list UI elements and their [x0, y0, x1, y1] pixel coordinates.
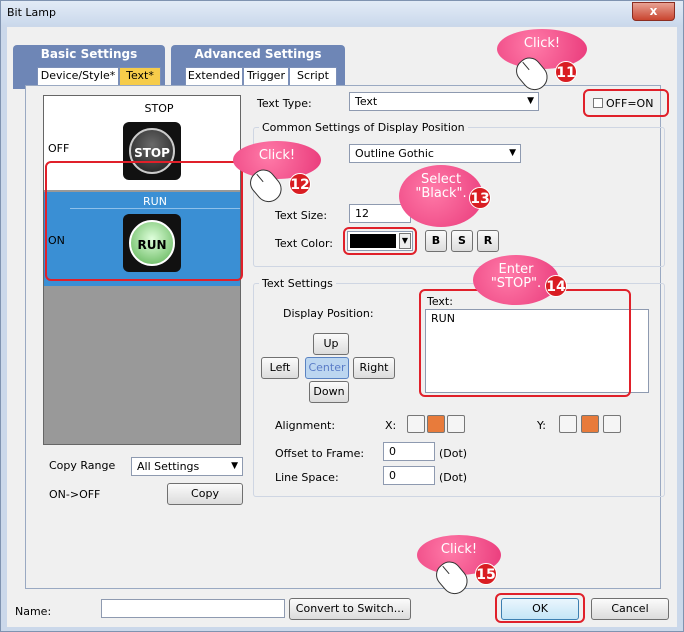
alignment-y-label: Y: — [537, 419, 546, 432]
off-state-label: OFF — [48, 142, 70, 155]
step-11-badge: 11 — [555, 61, 577, 83]
position-right-button[interactable]: Right — [353, 357, 395, 379]
tab-extended[interactable]: Extended — [185, 67, 243, 85]
copy-direction-label: ON->OFF — [49, 488, 101, 501]
text-color-label: Text Color: — [275, 237, 333, 250]
position-up-button[interactable]: Up — [313, 333, 349, 355]
align-y-bottom-icon[interactable] — [603, 415, 621, 433]
position-center-button[interactable]: Center — [305, 357, 349, 379]
bit-lamp-dialog: Bit Lamp x Basic Settings Advanced Setti… — [0, 0, 684, 632]
step-14-badge: 14 — [545, 275, 567, 297]
offset-unit: (Dot) — [439, 447, 468, 460]
cancel-button[interactable]: Cancel — [591, 598, 669, 620]
line-space-unit: (Dot) — [439, 471, 468, 484]
text-type-label: Text Type: — [257, 97, 312, 110]
alignment-x-label: X: — [385, 419, 397, 432]
tab-device-style[interactable]: Device/Style* — [37, 67, 119, 85]
off-text: STOP — [144, 102, 174, 115]
dialog-body: Basic Settings Advanced Settings Device/… — [7, 27, 677, 627]
name-label: Name: — [15, 605, 52, 618]
step-12-badge: 12 — [289, 173, 311, 195]
copy-range-label: Copy Range — [49, 459, 116, 472]
bold-button[interactable]: B — [425, 230, 447, 252]
align-x-center-icon[interactable] — [427, 415, 445, 433]
offset-label: Offset to Frame: — [275, 447, 365, 460]
highlight-text-input — [419, 289, 631, 397]
chevron-down-icon: ▼ — [527, 96, 534, 106]
text-settings-title: Text Settings — [259, 277, 336, 290]
tab-advanced-label: Advanced Settings — [194, 47, 322, 61]
callout-12: Click! — [233, 141, 321, 179]
font-select[interactable]: Outline Gothic ▼ — [349, 144, 521, 163]
text-type-select[interactable]: Text ▼ — [349, 92, 539, 111]
text-type-value: Text — [355, 95, 378, 108]
display-position-label: Display Position: — [283, 307, 374, 320]
alignment-label: Alignment: — [275, 419, 336, 432]
copy-range-select[interactable]: All Settings ▼ — [131, 457, 243, 476]
line-space-label: Line Space: — [275, 471, 339, 484]
line-space-input[interactable]: 0 — [383, 466, 435, 485]
font-value: Outline Gothic — [355, 147, 434, 160]
chevron-down-icon: ▼ — [509, 148, 516, 158]
step-13-badge: 13 — [469, 187, 491, 209]
copy-range-value: All Settings — [137, 460, 200, 473]
highlight-off-on — [583, 89, 669, 117]
text-size-label: Text Size: — [275, 209, 328, 222]
position-down-button[interactable]: Down — [309, 381, 349, 403]
offset-input[interactable]: 0 — [383, 442, 435, 461]
align-y-top-icon[interactable] — [559, 415, 577, 433]
convert-to-switch-button[interactable]: Convert to Switch... — [289, 598, 411, 620]
tab-trigger[interactable]: Trigger — [243, 67, 289, 85]
tab-script[interactable]: Script — [289, 67, 337, 85]
tab-basic-label: Basic Settings — [40, 47, 138, 61]
highlight-ok — [495, 593, 585, 623]
align-x-left-icon[interactable] — [407, 415, 425, 433]
step-15-badge: 15 — [475, 563, 497, 585]
shadow-button[interactable]: S — [451, 230, 473, 252]
raised-button[interactable]: R — [477, 230, 499, 252]
chevron-down-icon: ▼ — [231, 461, 238, 471]
close-button[interactable]: x — [632, 2, 675, 21]
title-bar: Bit Lamp x — [1, 1, 683, 25]
copy-button[interactable]: Copy — [167, 483, 243, 505]
position-left-button[interactable]: Left — [261, 357, 299, 379]
align-y-middle-icon[interactable] — [581, 415, 599, 433]
highlight-on-row — [45, 161, 243, 281]
highlight-text-color — [343, 227, 417, 255]
common-settings-title: Common Settings of Display Position — [259, 121, 468, 134]
window-title: Bit Lamp — [7, 6, 56, 19]
name-input[interactable] — [101, 599, 285, 618]
tab-text[interactable]: Text* — [119, 67, 161, 85]
align-x-right-icon[interactable] — [447, 415, 465, 433]
